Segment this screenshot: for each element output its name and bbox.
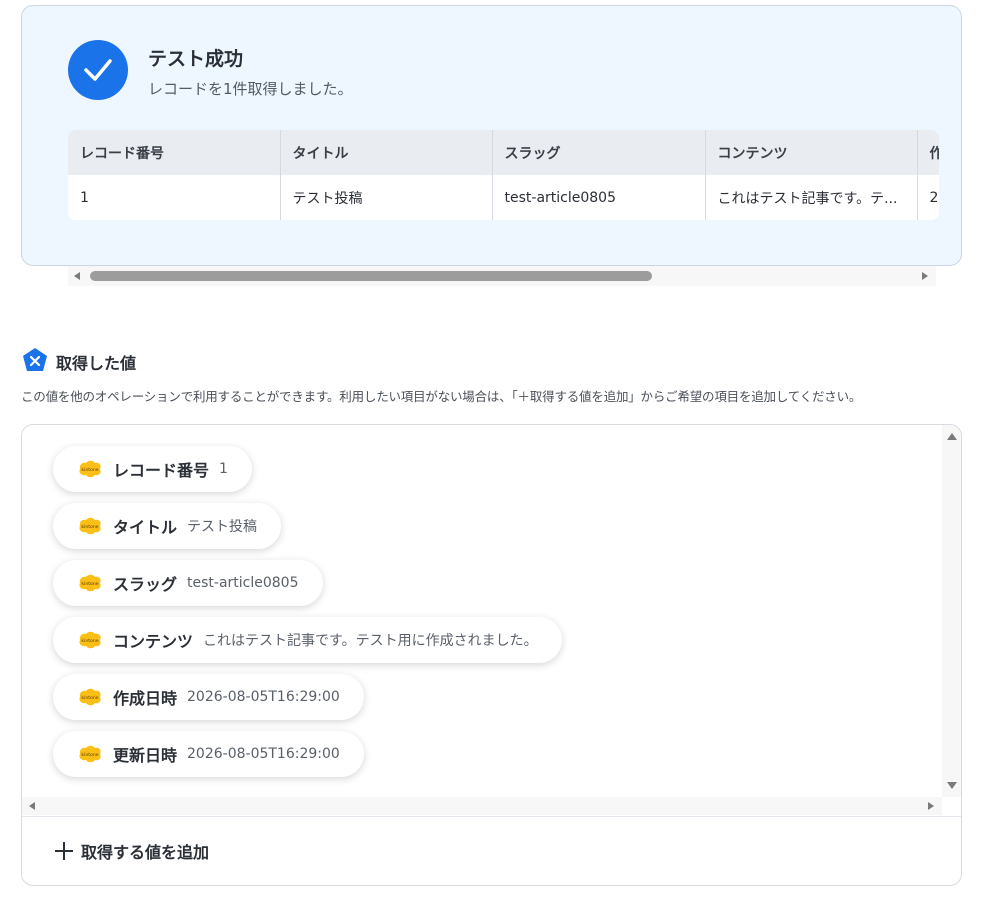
value-chip[interactable]: kintone 作成日時 2026-08-05T16:29:00	[53, 674, 364, 720]
values-list: kintone レコード番号 1 kintone タイトル テスト投稿 kint…	[22, 425, 942, 797]
scroll-right-arrow-icon[interactable]	[928, 802, 934, 810]
table-cell: test-article0805	[492, 175, 706, 220]
value-chip[interactable]: kintone レコード番号 1	[53, 446, 252, 492]
table-cell: 2	[917, 175, 939, 220]
value-key: コンテンツ	[113, 632, 194, 651]
value-key: タイトル	[113, 518, 178, 537]
column-header: レコード番号	[68, 130, 281, 175]
value-text: これはテスト記事です。テスト用に作成されました。	[203, 633, 538, 649]
plus-icon	[55, 842, 73, 860]
kintone-logo-icon: kintone	[79, 460, 101, 478]
scroll-right-arrow-icon[interactable]	[922, 272, 928, 280]
scroll-left-arrow-icon[interactable]	[74, 272, 80, 280]
kintone-logo-icon: kintone	[79, 631, 101, 649]
svg-text:kintone: kintone	[81, 467, 98, 473]
scroll-left-arrow-icon[interactable]	[29, 802, 35, 810]
scroll-up-arrow-icon[interactable]	[947, 433, 957, 440]
scroll-down-arrow-icon[interactable]	[947, 782, 957, 789]
divider	[22, 816, 961, 817]
value-chip[interactable]: kintone コンテンツ これはテスト記事です。テスト用に作成されました。	[53, 617, 562, 663]
column-header: コンテンツ	[705, 130, 918, 175]
svg-text:kintone: kintone	[81, 581, 98, 587]
table-cell: テスト投稿	[280, 175, 493, 220]
acquired-values-panel: kintone レコード番号 1 kintone タイトル テスト投稿 kint…	[21, 424, 962, 886]
column-header: タイトル	[280, 130, 493, 175]
kintone-logo-icon: kintone	[79, 517, 101, 535]
table-horizontal-scrollbar[interactable]	[68, 266, 936, 286]
value-text: test-article0805	[187, 575, 299, 591]
svg-text:kintone: kintone	[81, 752, 98, 758]
value-key: スラッグ	[113, 575, 178, 594]
column-header: 作	[917, 130, 939, 175]
kintone-logo-icon: kintone	[79, 688, 101, 706]
value-text: 2026-08-05T16:29:00	[187, 689, 340, 705]
values-horizontal-scrollbar[interactable]	[22, 797, 942, 815]
table-cell: 1	[68, 175, 281, 220]
value-key: レコード番号	[113, 461, 210, 480]
value-chip[interactable]: kintone 更新日時 2026-08-05T16:29:00	[53, 731, 364, 777]
svg-text:kintone: kintone	[81, 695, 98, 701]
value-text: 2026-08-05T16:29:00	[187, 746, 340, 762]
success-subtitle: レコードを1件取得しました。	[148, 80, 353, 98]
kintone-logo-icon: kintone	[79, 745, 101, 763]
value-chip[interactable]: kintone タイトル テスト投稿	[53, 503, 282, 549]
table-cell: これはテスト記事です。テ...	[705, 175, 918, 220]
value-key: 作成日時	[113, 689, 178, 708]
table-row: 1 テスト投稿 test-article0805 これはテスト記事です。テ...…	[68, 175, 939, 220]
check-circle-icon	[68, 40, 128, 100]
column-header: スラッグ	[492, 130, 706, 175]
value-chip[interactable]: kintone スラッグ test-article0805	[53, 560, 323, 606]
scrollbar-thumb[interactable]	[90, 271, 652, 281]
test-success-card: テスト成功 レコードを1件取得しました。 レコード番号 タイトル スラッグ コン…	[21, 5, 962, 266]
kintone-logo-icon: kintone	[79, 574, 101, 592]
add-value-button[interactable]: 取得する値を追加	[55, 839, 209, 863]
value-key: 更新日時	[113, 746, 178, 765]
success-title: テスト成功	[148, 48, 244, 70]
result-table: レコード番号 タイトル スラッグ コンテンツ 作 1 テスト投稿 test-ar…	[68, 130, 939, 220]
table-header-row: レコード番号 タイトル スラッグ コンテンツ 作	[68, 130, 939, 175]
values-vertical-scrollbar[interactable]	[942, 425, 961, 797]
svg-text:kintone: kintone	[81, 524, 98, 530]
svg-text:kintone: kintone	[81, 638, 98, 644]
add-value-label: 取得する値を追加	[81, 843, 210, 862]
blue-pentagon-x-icon	[23, 348, 47, 371]
section-description: この値を他のオペレーションで利用することができます。利用したい項目がない場合は、…	[21, 389, 862, 404]
section-title: 取得した値	[56, 354, 137, 373]
value-text: テスト投稿	[187, 519, 258, 535]
value-text: 1	[219, 461, 228, 477]
